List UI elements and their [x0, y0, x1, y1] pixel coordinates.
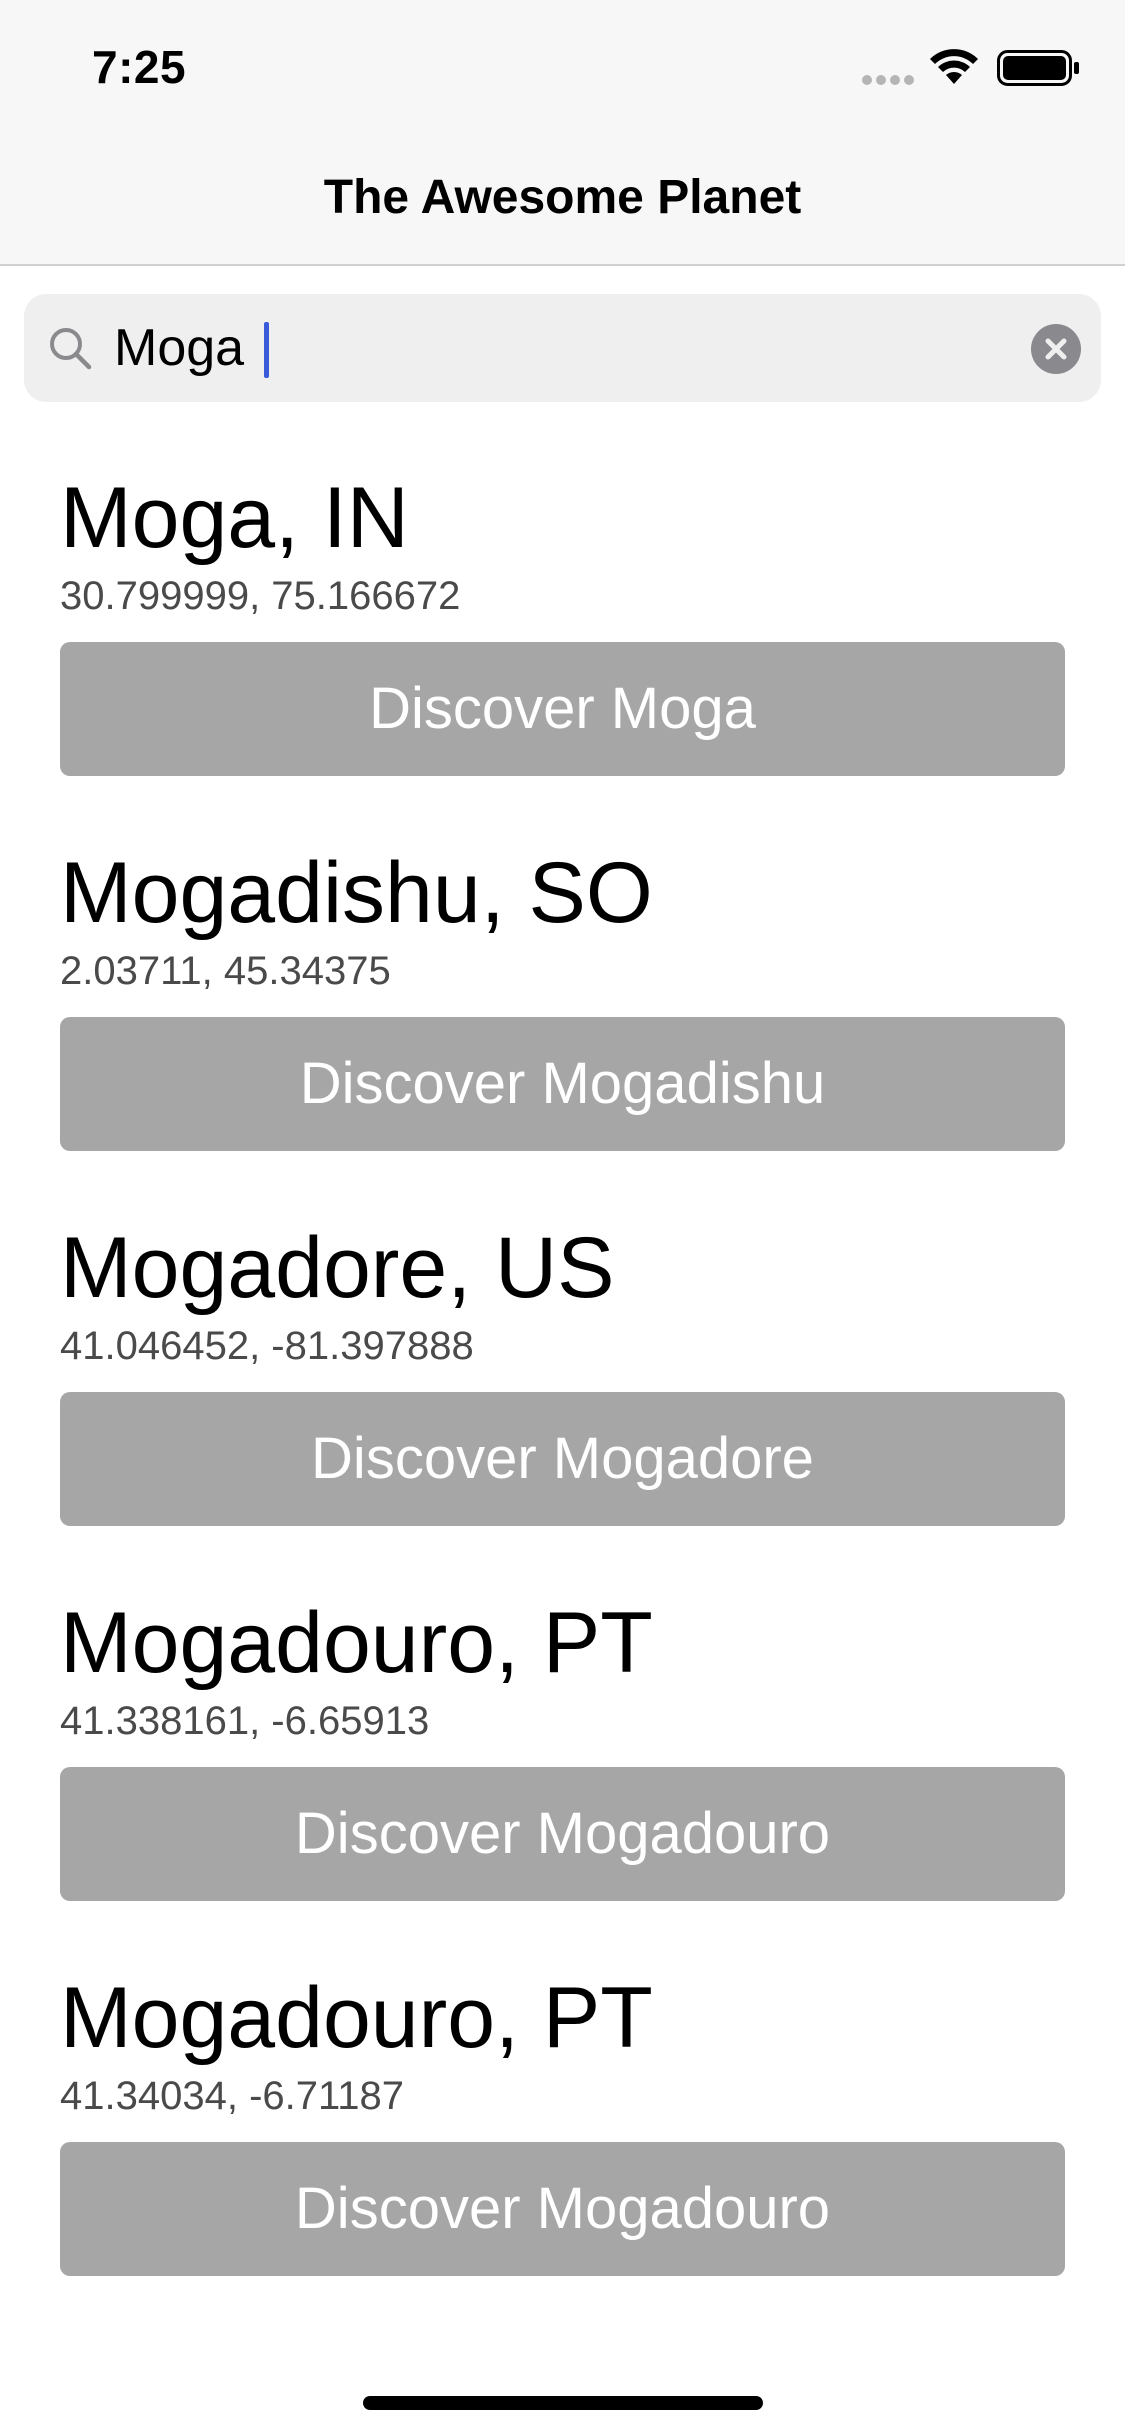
place-coordinates: 30.799999, 75.166672 [60, 574, 461, 618]
home-indicator[interactable] [363, 2396, 763, 2410]
discover-button[interactable]: Discover Mogadouro [60, 2142, 1065, 2276]
status-icons [861, 46, 1081, 90]
search-icon [50, 328, 92, 370]
search-input[interactable] [114, 304, 994, 392]
text-cursor [264, 322, 269, 378]
place-name: Mogadouro, PT [60, 1970, 653, 2066]
place-coordinates: 2.03711, 45.34375 [60, 949, 391, 993]
list-item: Mogadouro, PT 41.34034, -6.71187 Discove… [0, 1960, 1125, 2335]
list-item: Mogadishu, SO 2.03711, 45.34375 Discover… [0, 835, 1125, 1210]
top-bar: 7:25 The Awesome Planet [0, 0, 1125, 266]
nav-title: The Awesome Planet [323, 171, 802, 224]
clear-search-button[interactable] [1031, 324, 1081, 374]
battery-icon [997, 50, 1079, 86]
cellular-signal-icon [862, 75, 914, 85]
discover-button[interactable]: Discover Moga [60, 642, 1065, 776]
results-list: Moga, IN 30.799999, 75.166672 Discover M… [0, 460, 1125, 2335]
place-name: Mogadouro, PT [60, 1595, 653, 1691]
status-time: 7:25 [92, 41, 187, 93]
place-coordinates: 41.34034, -6.71187 [60, 2074, 405, 2118]
place-coordinates: 41.338161, -6.65913 [60, 1699, 430, 1743]
place-name: Mogadishu, SO [60, 845, 653, 941]
discover-button[interactable]: Discover Mogadishu [60, 1017, 1065, 1151]
place-coordinates: 41.046452, -81.397888 [60, 1324, 474, 1368]
place-name: Moga, IN [60, 470, 409, 566]
search-bar[interactable] [24, 294, 1101, 402]
clear-icon [1045, 338, 1067, 360]
place-name: Mogadore, US [60, 1220, 615, 1316]
list-item: Mogadouro, PT 41.338161, -6.65913 Discov… [0, 1585, 1125, 1960]
list-item: Moga, IN 30.799999, 75.166672 Discover M… [0, 460, 1125, 835]
wifi-icon [930, 49, 978, 84]
discover-button[interactable]: Discover Mogadouro [60, 1767, 1065, 1901]
discover-button[interactable]: Discover Mogadore [60, 1392, 1065, 1526]
list-item: Mogadore, US 41.046452, -81.397888 Disco… [0, 1210, 1125, 1585]
